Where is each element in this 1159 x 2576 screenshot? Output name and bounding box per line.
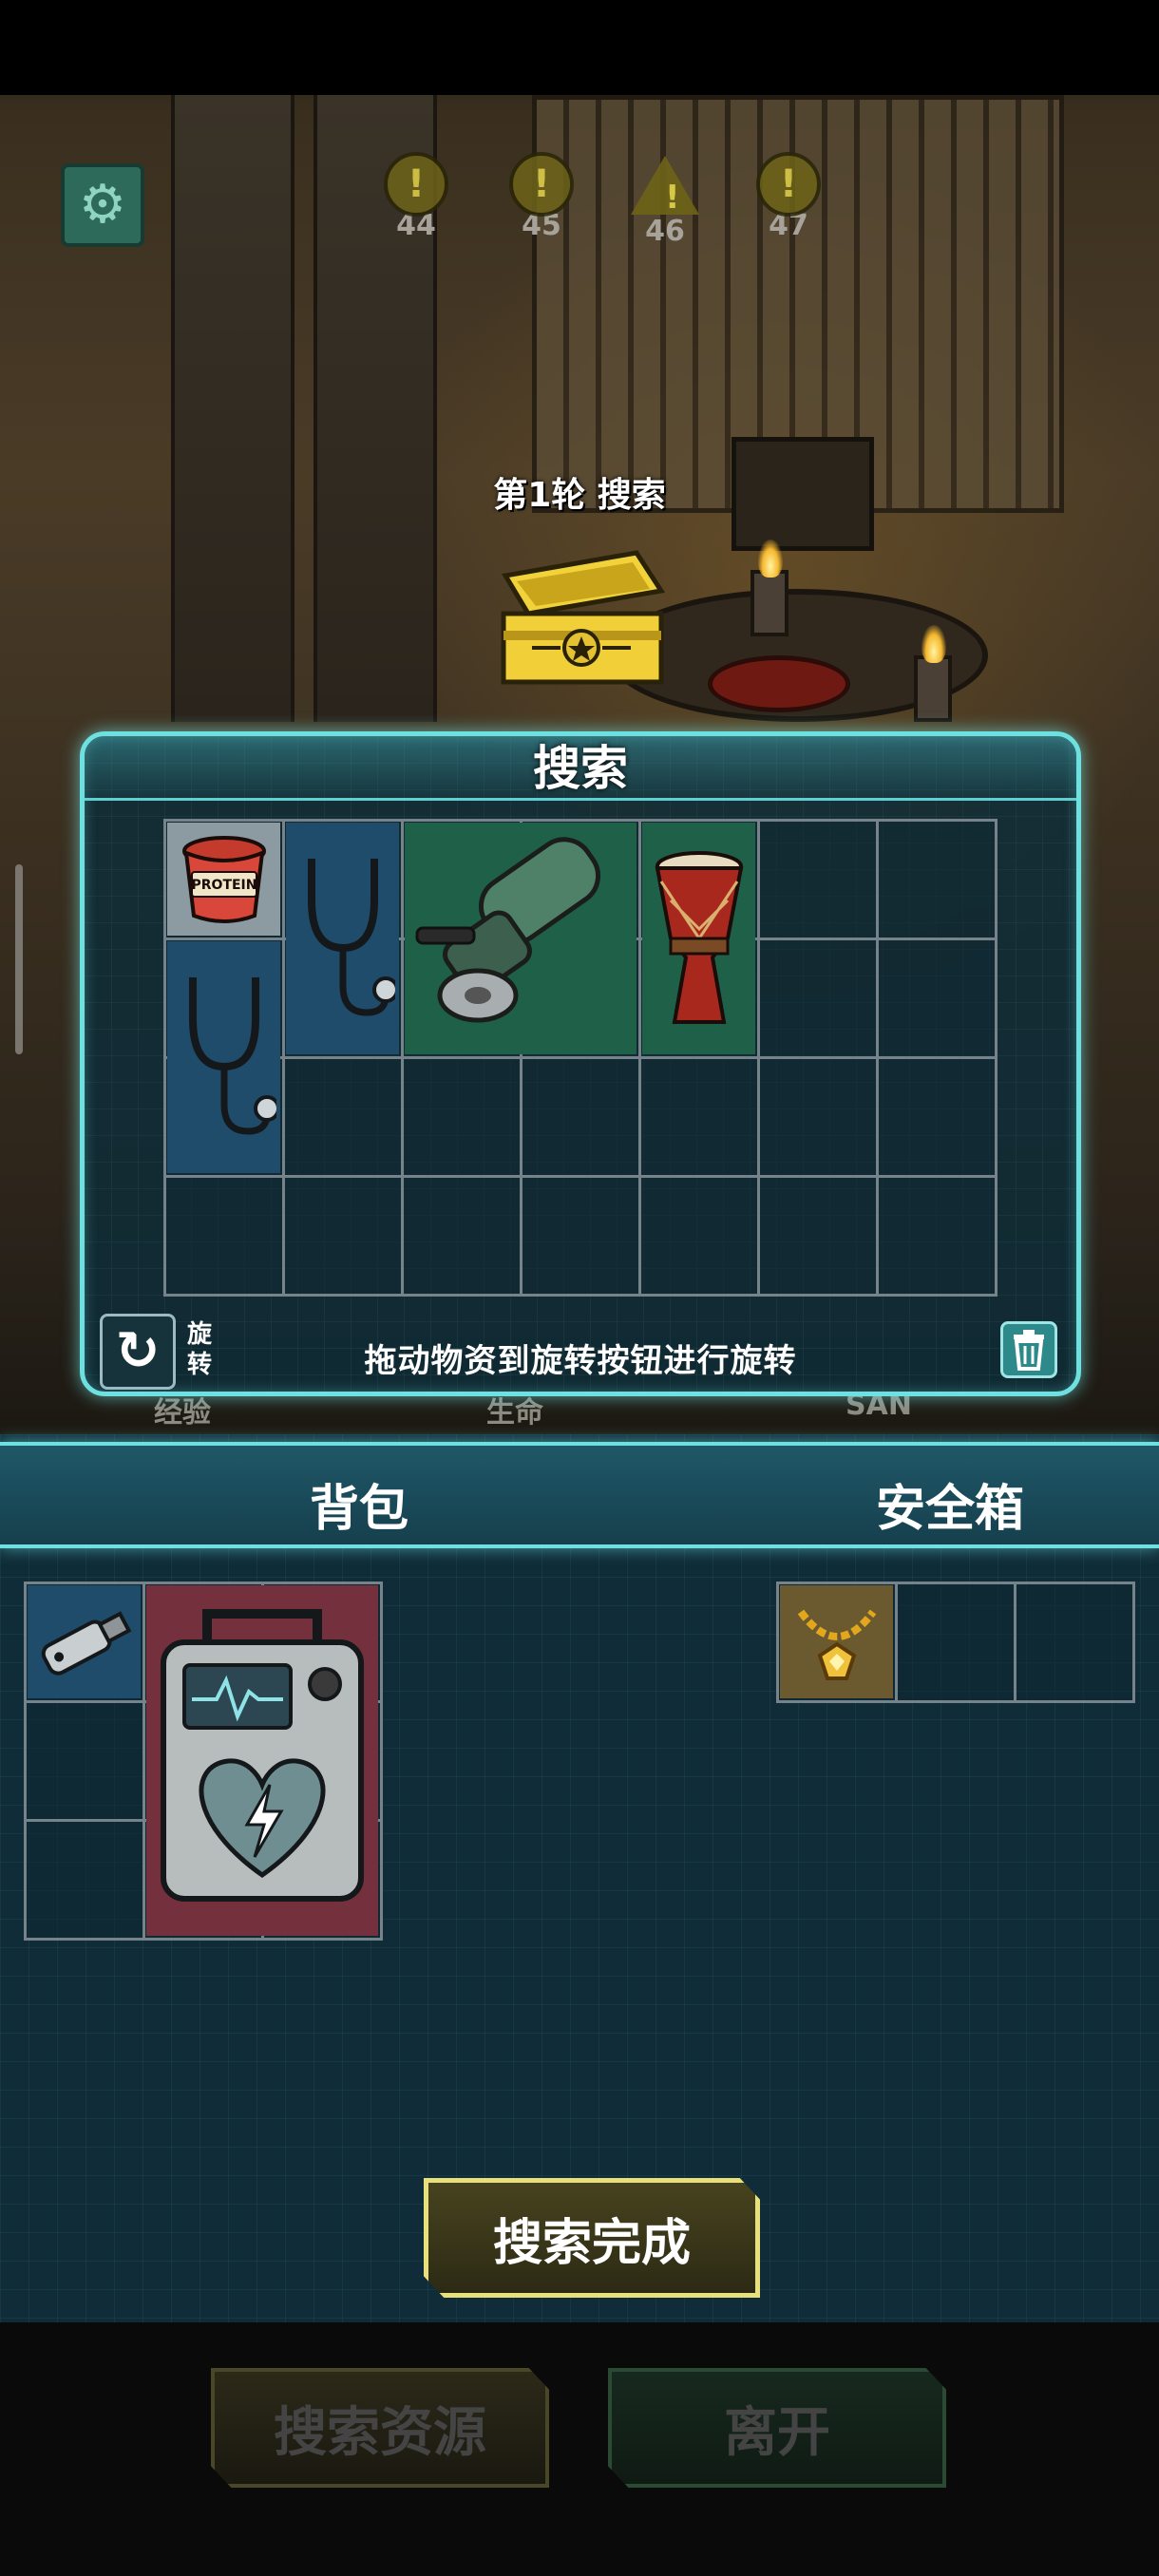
grid-cell[interactable] bbox=[756, 1174, 879, 1297]
torch-icon bbox=[914, 625, 952, 722]
grid-cell[interactable] bbox=[281, 1055, 404, 1178]
usb-drive-icon bbox=[41, 1610, 131, 1676]
stethoscope-icon bbox=[307, 859, 395, 1016]
grid-cell[interactable] bbox=[1013, 1581, 1135, 1703]
grid-cell[interactable] bbox=[637, 1055, 760, 1178]
level-marker-47[interactable]: ! 47 bbox=[750, 152, 826, 242]
angle-grinder-icon bbox=[415, 837, 601, 1023]
search-resource-button[interactable]: 搜索资源 bbox=[211, 2368, 549, 2488]
grid-cell[interactable] bbox=[756, 937, 879, 1059]
manhole bbox=[708, 655, 850, 712]
search-resource-label: 搜索资源 bbox=[274, 2401, 486, 2464]
gold-necklace-item[interactable] bbox=[780, 1585, 893, 1698]
exclaim-icon: ! bbox=[756, 152, 821, 217]
exclaim-icon: ! bbox=[509, 152, 574, 217]
search-complete-button[interactable]: 搜索完成 bbox=[424, 2178, 760, 2298]
level-marker-46[interactable]: ! 46 bbox=[627, 152, 703, 248]
leave-button[interactable]: 离开 bbox=[608, 2368, 946, 2488]
search-panel: 搜索 PROTEIN ↻ 旋转 拖动物资到旋转按钮进行旋转 bbox=[80, 731, 1081, 1396]
grid-cell[interactable] bbox=[23, 1699, 145, 1822]
grid-cell[interactable] bbox=[875, 818, 998, 940]
status-bar bbox=[0, 0, 1159, 95]
defibrillator-icon bbox=[161, 1608, 364, 1902]
level-marker-45[interactable]: ! 45 bbox=[504, 152, 580, 242]
protein-tub-item[interactable]: PROTEIN bbox=[167, 823, 280, 936]
search-panel-title: 搜索 bbox=[533, 741, 628, 796]
stethoscope-icon bbox=[188, 977, 276, 1135]
trash-button[interactable] bbox=[1000, 1321, 1057, 1378]
trash-icon bbox=[1014, 1330, 1044, 1371]
road bbox=[171, 95, 294, 722]
leave-label: 离开 bbox=[724, 2401, 830, 2464]
grid-cell[interactable] bbox=[875, 1055, 998, 1178]
usb-drive-item[interactable] bbox=[28, 1585, 141, 1698]
warning-icon: ! bbox=[631, 156, 699, 217]
level-number: 46 bbox=[645, 215, 685, 248]
treasure-chest-icon bbox=[501, 550, 665, 685]
rotate-hint: 拖动物资到旋转按钮进行旋转 bbox=[364, 1342, 797, 1380]
bottom-bar: 搜索资源 离开 bbox=[0, 2322, 1159, 2576]
grid-cell[interactable] bbox=[894, 1581, 1016, 1703]
defibrillator-item[interactable] bbox=[146, 1585, 378, 1936]
grid-cell[interactable] bbox=[875, 937, 998, 1059]
grid-cell[interactable] bbox=[875, 1174, 998, 1297]
safebox-title: 安全箱 bbox=[876, 1481, 1025, 1538]
svg-text:PROTEIN: PROTEIN bbox=[191, 878, 256, 893]
djembe-drum-icon bbox=[655, 851, 743, 1024]
grid-cell[interactable] bbox=[400, 1055, 522, 1178]
grid-cell[interactable] bbox=[281, 1174, 404, 1297]
djembe-drum-item[interactable] bbox=[642, 823, 755, 1054]
grid-cell[interactable] bbox=[23, 1818, 145, 1941]
round-title: 第1轮 搜索 bbox=[493, 476, 666, 515]
search-complete-label: 搜索完成 bbox=[492, 2214, 691, 2272]
grid-cell[interactable] bbox=[400, 1174, 522, 1297]
exclaim-icon: ! bbox=[384, 152, 448, 217]
angle-grinder-item[interactable] bbox=[405, 823, 636, 1054]
settings-button[interactable]: ⚙ bbox=[61, 163, 144, 247]
grid-cell[interactable] bbox=[756, 1055, 879, 1178]
gear-icon: ⚙ bbox=[78, 174, 127, 236]
gold-necklace-icon bbox=[797, 1609, 876, 1680]
stethoscope-item[interactable] bbox=[286, 823, 399, 1054]
level-marker-44[interactable]: ! 44 bbox=[378, 152, 454, 242]
grid-cell[interactable] bbox=[162, 1174, 285, 1297]
grid-cell[interactable] bbox=[519, 1174, 641, 1297]
inventory-header: 背包 安全箱 bbox=[0, 1442, 1159, 1548]
search-panel-header: 搜索 bbox=[85, 736, 1076, 801]
torch-icon bbox=[750, 540, 788, 636]
protein-tub-icon: PROTEIN bbox=[181, 835, 266, 923]
grid-cell[interactable] bbox=[519, 1055, 641, 1178]
stethoscope-item[interactable] bbox=[167, 941, 280, 1173]
backpack-title: 背包 bbox=[310, 1481, 409, 1538]
edge-handle[interactable] bbox=[15, 864, 23, 1054]
grid-cell[interactable] bbox=[756, 818, 879, 940]
grid-cell[interactable] bbox=[637, 1174, 760, 1297]
